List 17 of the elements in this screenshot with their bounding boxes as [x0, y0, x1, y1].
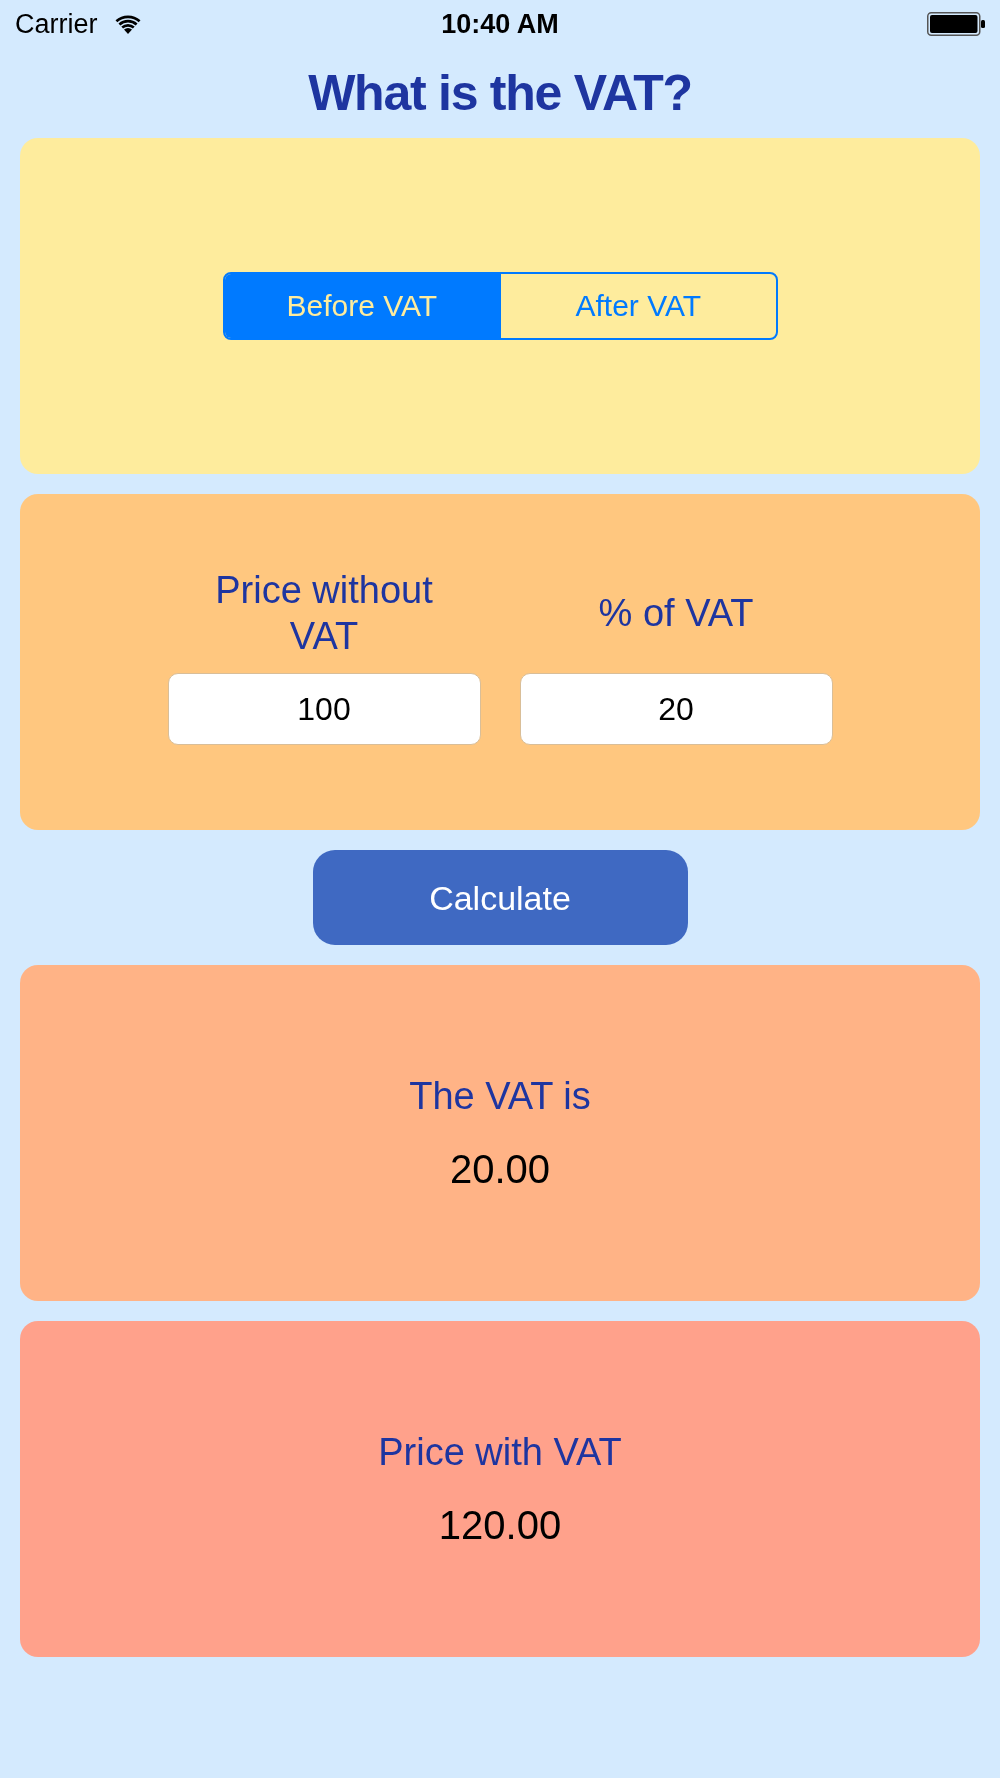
- clock-time: 10:40 AM: [441, 10, 559, 38]
- result-value: 20.00: [449, 1146, 551, 1193]
- carrier-label: Carrier: [15, 10, 98, 38]
- segment-tab[interactable]: After VAT: [499, 274, 776, 338]
- result-value: 120.00: [438, 1502, 562, 1549]
- battery-icon: [927, 12, 985, 36]
- field-label: Price without VAT: [214, 568, 434, 659]
- app-title: What is the VAT?: [308, 68, 692, 118]
- segment-tab[interactable]: Before VAT: [224, 274, 499, 338]
- result-label: Price with VAT: [378, 1430, 622, 1475]
- field-label: % of VAT: [598, 591, 754, 636]
- calculate-button[interactable]: Calculate: [312, 850, 688, 945]
- segmented-control[interactable]: Before VAT After VAT: [222, 272, 778, 340]
- result-label: The VAT is: [409, 1074, 591, 1119]
- input-field[interactable]: 100: [167, 673, 481, 745]
- wifi-icon: [113, 14, 142, 34]
- input-field[interactable]: 20: [519, 673, 833, 745]
